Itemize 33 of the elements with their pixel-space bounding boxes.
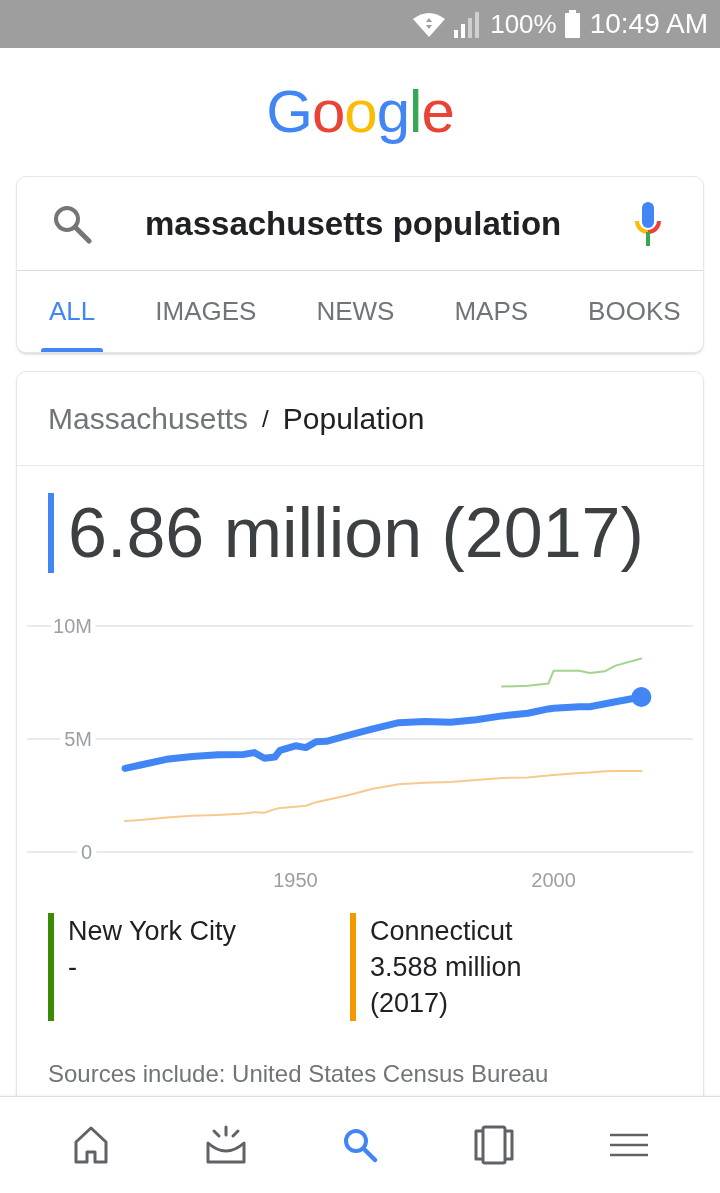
breadcrumb-current: Population [282, 401, 425, 436]
legend-name: Connecticut [370, 915, 513, 948]
axis-label: 1950 [273, 869, 318, 891]
axis-label: 5M [64, 728, 92, 750]
axis-label: 10M [53, 615, 92, 637]
tabs-icon[interactable] [473, 1125, 516, 1165]
axis-label: 2000 [531, 869, 576, 891]
tab[interactable]: ALL [41, 271, 104, 352]
legend-name: New York City [68, 915, 237, 948]
search-query-field[interactable]: massachusetts population [145, 204, 633, 243]
microphone-icon[interactable] [633, 201, 663, 246]
tab[interactable]: IMAGES [147, 271, 265, 352]
tab[interactable]: BOOKS [580, 271, 689, 352]
legend-value: 3.588 million (2017) [370, 951, 523, 1020]
tab[interactable]: NEWS [308, 271, 403, 352]
search-icon[interactable] [52, 203, 92, 244]
population-value: 6.86 million (2017) [68, 493, 644, 573]
end-point [631, 686, 652, 707]
search-icon[interactable] [342, 1127, 378, 1163]
home-icon[interactable] [73, 1125, 110, 1165]
legend-value: - [68, 951, 77, 984]
tray-icon[interactable] [204, 1125, 247, 1165]
axis-label: 0 [80, 841, 92, 863]
breadcrumb-link[interactable]: Massachusetts [48, 401, 249, 436]
wifi-icon [412, 10, 447, 38]
logo-text: Google [266, 82, 454, 142]
breadcrumb-separator: / [262, 404, 269, 433]
menu-icon[interactable] [609, 1133, 648, 1157]
battery-percent: 100% [490, 8, 557, 40]
battery-icon [564, 10, 580, 38]
clock-time: 10:49 AM [589, 8, 708, 40]
sources-text: Sources include: United States Census Bureau [48, 1059, 550, 1089]
tab[interactable]: MAPS [446, 271, 537, 352]
